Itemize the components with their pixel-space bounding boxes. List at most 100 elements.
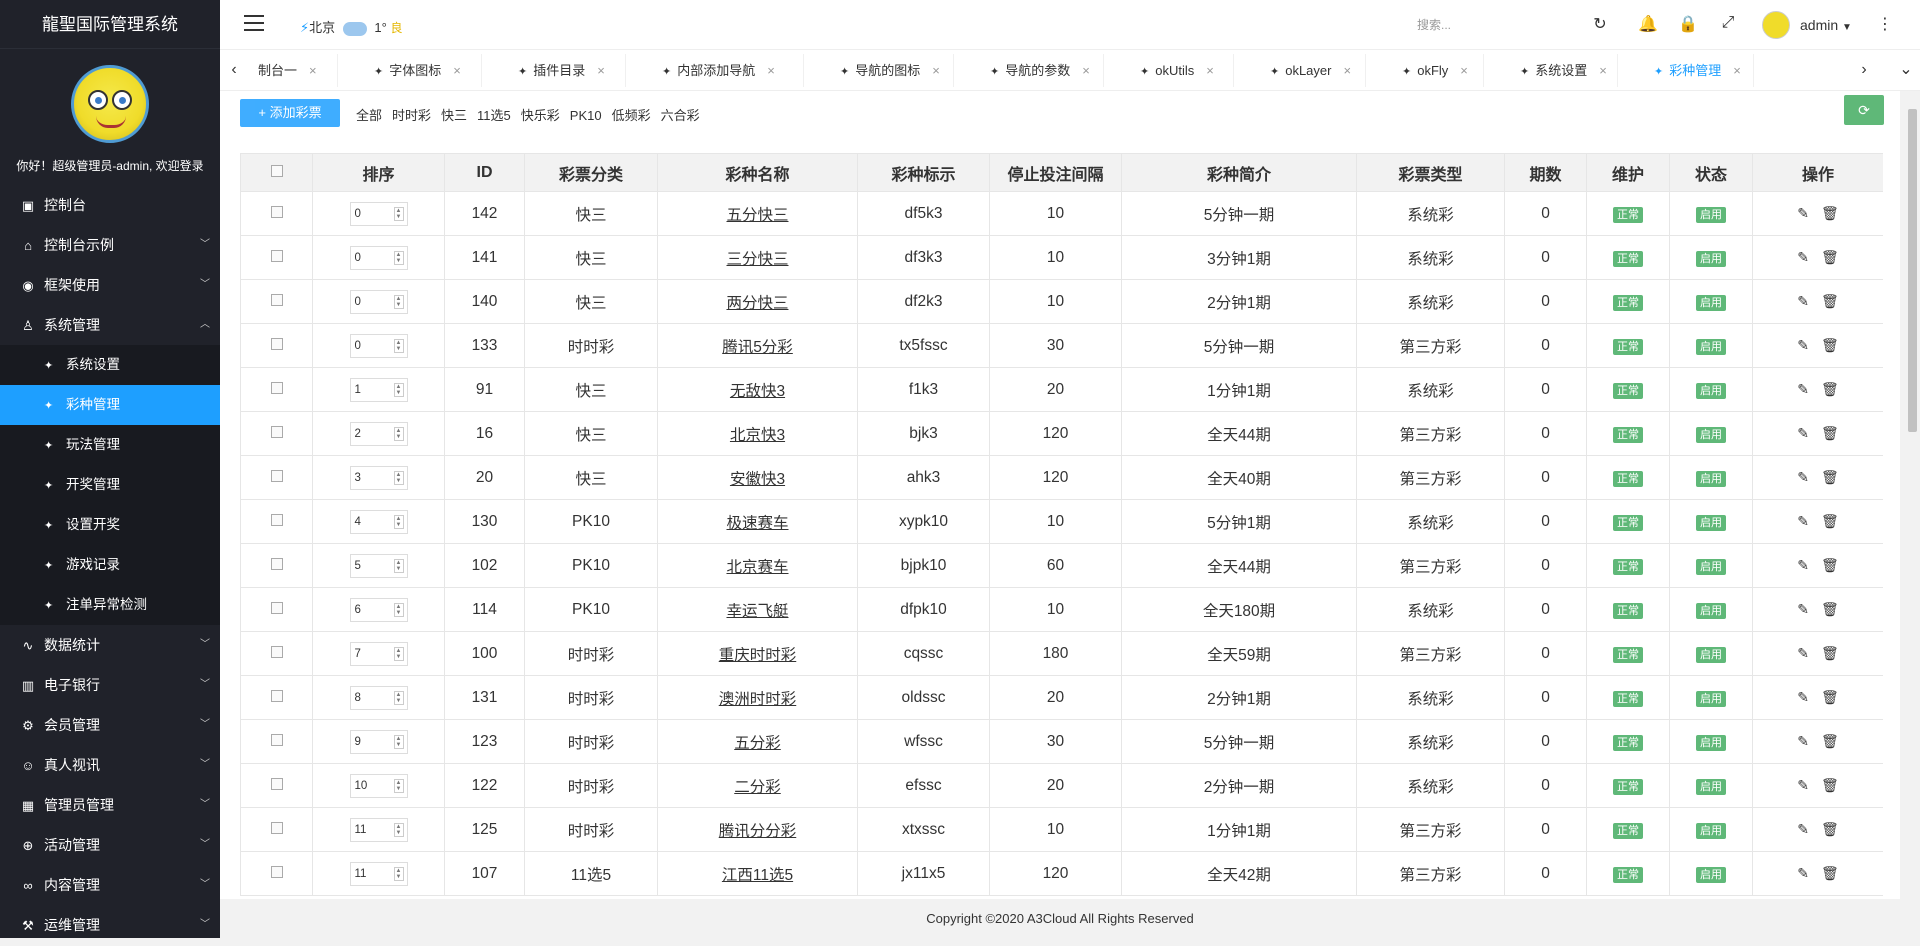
tab[interactable]: 制台一 × — [248, 54, 338, 87]
status-badge[interactable]: 启用 — [1696, 866, 1726, 883]
close-icon[interactable]: × — [1206, 63, 1214, 78]
maintenance-badge[interactable]: 正常 — [1613, 426, 1643, 443]
maintenance-badge[interactable]: 正常 — [1613, 734, 1643, 751]
select-all-checkbox[interactable] — [240, 153, 313, 192]
row-checkbox[interactable] — [240, 543, 313, 588]
status-badge[interactable]: 启用 — [1696, 426, 1726, 443]
row-checkbox[interactable] — [240, 807, 313, 852]
tab[interactable]: ✦ okUtils × — [1130, 54, 1234, 87]
order-input[interactable]: 5 ▲ ▼ — [349, 553, 408, 578]
order-input[interactable]: 0 ▲ ▼ — [349, 201, 408, 226]
cell-name-text[interactable]: 五分彩 — [734, 735, 781, 752]
edit-icon[interactable]: ✎ — [1797, 469, 1809, 486]
status-badge[interactable]: 启用 — [1696, 778, 1726, 795]
order-input[interactable]: 0 ▲ ▼ — [349, 333, 408, 358]
status-badge[interactable]: 启用 — [1696, 338, 1726, 355]
sidebar-item[interactable]: ♙ 系统管理 ︿ — [0, 305, 220, 345]
maintenance-badge[interactable]: 正常 — [1613, 382, 1643, 399]
cell-name-text[interactable]: 极速赛车 — [726, 515, 788, 532]
sidebar-item[interactable]: ∞ 内容管理 ﹀ — [0, 865, 220, 905]
row-checkbox[interactable] — [240, 191, 313, 236]
cell-name[interactable]: 北京赛车 — [657, 543, 858, 588]
tab[interactable]: ✦ 插件目录 × — [508, 54, 626, 87]
cell-name[interactable]: 五分彩 — [657, 719, 858, 764]
cell-name[interactable]: 腾讯5分彩 — [657, 323, 858, 368]
status-badge[interactable]: 启用 — [1696, 250, 1726, 267]
sidebar-subitem[interactable]: ✦ 玩法管理 — [0, 425, 220, 465]
filter-link[interactable]: 全部 — [356, 108, 382, 123]
stepper-icon[interactable]: ▲ ▼ — [393, 646, 404, 661]
order-input[interactable]: 11 ▲ ▼ — [349, 817, 408, 842]
status-badge[interactable]: 启用 — [1696, 382, 1726, 399]
sidebar-item[interactable]: ⚙ 会员管理 ﹀ — [0, 705, 220, 745]
stepper-icon[interactable]: ▲ ▼ — [393, 382, 404, 397]
stepper-icon[interactable]: ▲ ▼ — [393, 294, 404, 309]
edit-icon[interactable]: ✎ — [1797, 777, 1809, 794]
cell-name-text[interactable]: 重庆时时彩 — [719, 647, 797, 664]
tab[interactable]: ✦ 彩种管理 × — [1644, 54, 1754, 87]
tab-next-icon[interactable]: › — [1850, 50, 1878, 90]
trash-icon[interactable]: 🗑 — [1821, 293, 1839, 310]
maintenance-badge[interactable]: 正常 — [1613, 558, 1643, 575]
trash-icon[interactable]: 🗑 — [1821, 425, 1839, 442]
row-checkbox[interactable] — [240, 719, 313, 764]
order-input[interactable]: 4 ▲ ▼ — [349, 509, 408, 534]
maintenance-badge[interactable]: 正常 — [1613, 294, 1643, 311]
order-input[interactable]: 10 ▲ ▼ — [349, 773, 408, 798]
close-icon[interactable]: × — [1733, 63, 1741, 78]
stepper-icon[interactable]: ▲ ▼ — [393, 778, 404, 793]
cell-name-text[interactable]: 安徽快3 — [730, 471, 785, 488]
maintenance-badge[interactable]: 正常 — [1613, 338, 1643, 355]
scrollbar[interactable] — [1905, 91, 1920, 899]
cell-name-text[interactable]: 腾讯分分彩 — [719, 823, 797, 840]
order-input[interactable]: 8 ▲ ▼ — [349, 685, 408, 710]
tab[interactable]: ✦ 内部添加导航 × — [652, 54, 804, 87]
edit-icon[interactable]: ✎ — [1797, 689, 1809, 706]
tab-prev-icon[interactable]: ‹ — [220, 50, 248, 90]
cell-name-text[interactable]: 五分快三 — [726, 207, 788, 224]
trash-icon[interactable]: 🗑 — [1821, 733, 1839, 750]
cell-name[interactable]: 重庆时时彩 — [657, 631, 858, 676]
status-badge[interactable]: 启用 — [1696, 822, 1726, 839]
edit-icon[interactable]: ✎ — [1797, 381, 1809, 398]
cell-name-text[interactable]: 北京快3 — [730, 427, 785, 444]
trash-icon[interactable]: 🗑 — [1821, 821, 1839, 838]
stepper-icon[interactable]: ▲ ▼ — [393, 602, 404, 617]
cell-name[interactable]: 极速赛车 — [657, 499, 858, 544]
cell-name[interactable]: 江西11选5 — [657, 851, 858, 896]
filter-link[interactable]: 11选5 — [477, 108, 511, 123]
maintenance-badge[interactable]: 正常 — [1613, 470, 1643, 487]
cell-name[interactable]: 二分彩 — [657, 763, 858, 808]
cell-name[interactable]: 五分快三 — [657, 191, 858, 236]
order-input[interactable]: 0 ▲ ▼ — [349, 289, 408, 314]
sidebar-item[interactable]: ∿ 数据统计 ﹀ — [0, 625, 220, 665]
close-icon[interactable]: × — [932, 63, 940, 78]
cell-name-text[interactable]: 江西11选5 — [722, 867, 793, 884]
search-input[interactable]: 搜索... — [1417, 16, 1527, 33]
add-lottery-button[interactable]: + 添加彩票 — [240, 99, 340, 127]
status-badge[interactable]: 启用 — [1696, 470, 1726, 487]
trash-icon[interactable]: 🗑 — [1821, 557, 1839, 574]
cell-name-text[interactable]: 两分快三 — [726, 295, 788, 312]
row-checkbox[interactable] — [240, 455, 313, 500]
tab-menu-icon[interactable]: ⌄ — [1892, 50, 1920, 90]
order-input[interactable]: 2 ▲ ▼ — [349, 421, 408, 446]
status-badge[interactable]: 启用 — [1696, 690, 1726, 707]
row-checkbox[interactable] — [240, 367, 313, 412]
row-checkbox[interactable] — [240, 411, 313, 456]
maintenance-badge[interactable]: 正常 — [1613, 866, 1643, 883]
edit-icon[interactable]: ✎ — [1797, 557, 1809, 574]
stepper-icon[interactable]: ▲ ▼ — [393, 558, 404, 573]
maintenance-badge[interactable]: 正常 — [1613, 206, 1643, 223]
close-icon[interactable]: × — [1460, 63, 1468, 78]
order-input[interactable]: 7 ▲ ▼ — [349, 641, 408, 666]
maintenance-badge[interactable]: 正常 — [1613, 822, 1643, 839]
cell-name-text[interactable]: 北京赛车 — [726, 559, 788, 576]
sidebar-subitem[interactable]: ✦ 游戏记录 — [0, 545, 220, 585]
cell-name[interactable]: 安徽快3 — [657, 455, 858, 500]
row-checkbox[interactable] — [240, 235, 313, 280]
sidebar-item[interactable]: ▦ 管理员管理 ﹀ — [0, 785, 220, 825]
stepper-icon[interactable]: ▲ ▼ — [393, 734, 404, 749]
maintenance-badge[interactable]: 正常 — [1613, 250, 1643, 267]
sidebar-subitem[interactable]: ✦ 注单异常检测 — [0, 585, 220, 625]
